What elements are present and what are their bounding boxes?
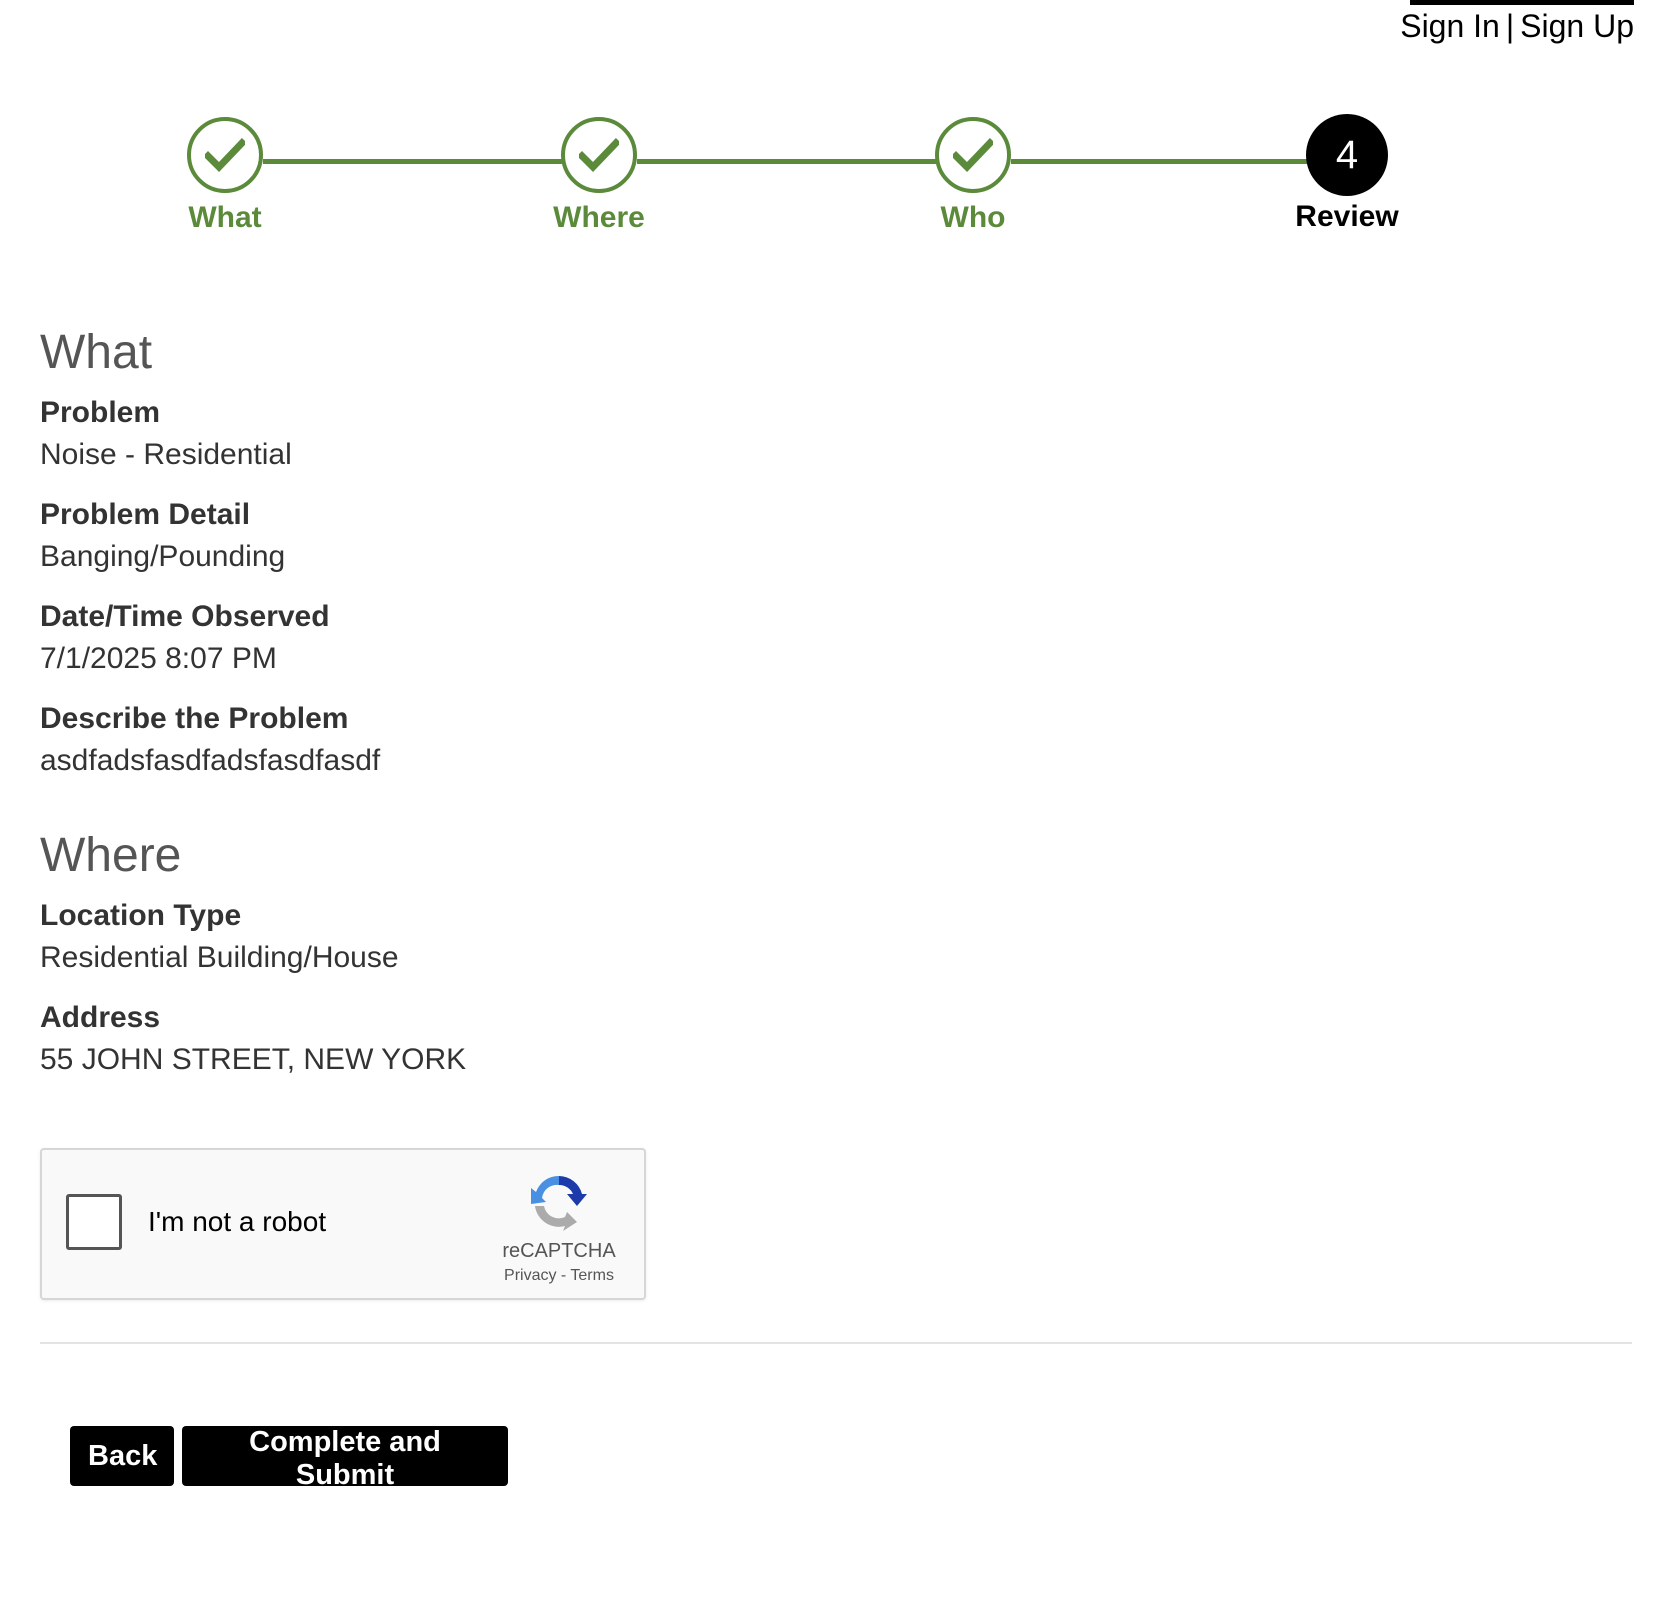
check-icon bbox=[953, 138, 993, 172]
recaptcha-links: Privacy - Terms bbox=[494, 1267, 624, 1285]
complete-and-submit-button[interactable]: Complete and Submit bbox=[182, 1426, 508, 1491]
section-what: What Problem Noise - Residential Problem… bbox=[40, 325, 1632, 778]
sign-up-link[interactable]: Sign Up bbox=[1520, 8, 1634, 44]
field-value: Residential Building/House bbox=[40, 941, 399, 974]
field-value: 7/1/2025 8:07 PM bbox=[40, 642, 277, 675]
back-button[interactable]: Back bbox=[70, 1426, 174, 1486]
section-title: What bbox=[40, 326, 153, 379]
section-title: Where bbox=[40, 829, 182, 882]
field-value: Noise - Residential bbox=[40, 438, 292, 471]
recaptcha-privacy-link[interactable]: Privacy bbox=[504, 1267, 556, 1284]
recaptcha-logo: reCAPTCHA Privacy - Terms bbox=[494, 1170, 624, 1285]
recaptcha-terms-link[interactable]: Terms bbox=[570, 1267, 614, 1284]
field-value: 55 JOHN STREET, NEW YORK bbox=[40, 1043, 467, 1076]
step-complete-circle bbox=[187, 117, 263, 193]
review-summary: What Problem Noise - Residential Problem… bbox=[40, 325, 1632, 1103]
auth-bar-accent bbox=[1410, 0, 1634, 5]
step-label: What bbox=[188, 201, 262, 234]
step-complete-circle bbox=[935, 117, 1011, 193]
step-review: 4 Review bbox=[1257, 114, 1437, 234]
field-label: Date/Time Observed bbox=[40, 600, 330, 633]
field-label: Address bbox=[40, 1001, 161, 1034]
check-icon bbox=[205, 138, 245, 172]
progress-stepper: What Where Who 4 Review bbox=[0, 114, 1664, 247]
step-what[interactable]: What bbox=[135, 117, 315, 235]
step-where[interactable]: Where bbox=[509, 117, 689, 235]
recaptcha-links-separator: - bbox=[560, 1267, 567, 1284]
recaptcha-icon bbox=[531, 1175, 587, 1231]
recaptcha-brand: reCAPTCHA bbox=[502, 1240, 616, 1262]
recaptcha-label: I'm not a robot bbox=[148, 1206, 327, 1237]
step-label: Who bbox=[940, 201, 1006, 234]
sign-in-link[interactable]: Sign In bbox=[1400, 8, 1500, 44]
check-icon bbox=[579, 138, 619, 172]
step-label: Review bbox=[1295, 200, 1399, 233]
step-label: Where bbox=[553, 201, 645, 234]
recaptcha-checkbox[interactable] bbox=[66, 1194, 122, 1250]
field-label: Location Type bbox=[40, 899, 242, 932]
field-value: Banging/Pounding bbox=[40, 540, 286, 573]
step-who[interactable]: Who bbox=[883, 117, 1063, 235]
auth-links: Sign In | Sign Up bbox=[1400, 8, 1634, 45]
field-value: asdfadsfasdfadsfasdfasdf bbox=[40, 744, 381, 777]
step-complete-circle bbox=[561, 117, 637, 193]
recaptcha-widget: I'm not a robot reCAPTCHA Privacy - Term… bbox=[40, 1148, 646, 1300]
section-where: Where Location Type Residential Building… bbox=[40, 828, 1632, 1077]
field-label: Describe the Problem bbox=[40, 702, 349, 735]
divider bbox=[40, 1342, 1632, 1344]
field-label: Problem Detail bbox=[40, 498, 251, 531]
step-current-number: 4 bbox=[1306, 114, 1388, 196]
field-label: Problem bbox=[40, 396, 161, 429]
auth-separator: | bbox=[1505, 8, 1515, 44]
